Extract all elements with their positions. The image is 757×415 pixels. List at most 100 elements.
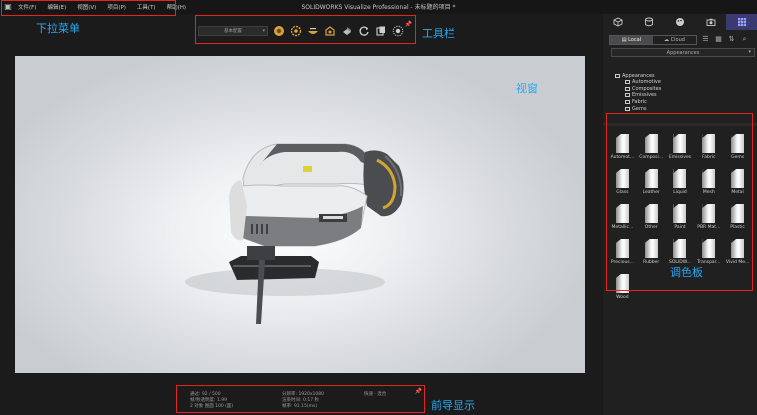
folder-swatch-icon [731, 204, 745, 223]
folder-icon [625, 86, 630, 91]
sort-icon[interactable]: ⇅ [727, 35, 736, 44]
jigsaw-model[interactable] [15, 56, 585, 373]
pin-icon[interactable]: 📌 [415, 388, 422, 395]
model-tab[interactable] [603, 14, 634, 30]
folder-swatch-icon [615, 134, 629, 153]
local-source-button[interactable]: ▤ Local [610, 35, 653, 44]
local-label: Local [628, 36, 642, 43]
tree-item-emissives[interactable]: Emissives [625, 92, 661, 99]
palette-item-label: Paint [674, 225, 686, 230]
folder-icon [625, 106, 630, 111]
folder-swatch-icon [731, 239, 745, 258]
database-icon [645, 17, 654, 27]
palette-item-gems[interactable]: Gems [723, 131, 752, 166]
stat-model: 2 对象 图面 100 (面) [190, 404, 234, 409]
palette-item-label: Emissives [668, 155, 692, 160]
palette-item-liquid[interactable]: Liquid [666, 166, 695, 201]
palette-item-leather[interactable]: Leather [637, 166, 666, 201]
folder-swatch-icon [615, 204, 629, 223]
palette-item-other[interactable]: Other [637, 201, 666, 236]
palette-item-label: Vivid Me... [725, 260, 750, 265]
camera-tab[interactable] [695, 14, 726, 30]
menu-bar: 文件(F) 编辑(E) 视图(V) 项目(P) 工具(T) 帮助(H) [18, 0, 197, 14]
folder-icon [615, 74, 620, 78]
palette-item-wood[interactable]: Wood [608, 271, 637, 306]
tree-item-fabric[interactable]: Fabric [625, 99, 661, 106]
tree-item-automotive[interactable]: Automotive [625, 79, 661, 86]
palette-item-precious[interactable]: Precious... [608, 236, 637, 271]
render-mode-icon[interactable] [324, 25, 336, 37]
folder-icon [625, 100, 630, 105]
palette-item-label: Mesh [702, 190, 715, 195]
stats-annotation: 前导显示 [431, 399, 475, 412]
viewport-annotation: 视窗 [516, 82, 538, 95]
configuration-select[interactable]: 基本配置 ▾ [198, 26, 268, 36]
toolbar-annotation: 工具栏 [422, 27, 455, 40]
menu-project[interactable]: 项目(P) [107, 3, 126, 11]
camera-copy-icon[interactable] [375, 25, 387, 37]
app-logo-icon[interactable]: ▣ [3, 2, 13, 12]
tree-item-gems[interactable]: Gems [625, 105, 661, 112]
grid-icon [737, 18, 746, 27]
sphere-icon[interactable] [341, 25, 353, 37]
cloud-source-button[interactable]: ☁ Cloud [653, 36, 696, 44]
source-segmented-control: ▤ Local ☁ Cloud [609, 34, 697, 45]
palette-item-emissives[interactable]: Emissives [666, 131, 695, 166]
tree-item-label: Fabric [632, 99, 647, 106]
appearance-tool-icon[interactable] [273, 25, 285, 37]
palette-item-label: PBR Mat... [697, 225, 721, 230]
menu-help[interactable]: 帮助(H) [167, 3, 186, 11]
palette-item-label: Liquid [673, 190, 687, 195]
palette-tab[interactable] [726, 14, 757, 30]
palette-item-pbr[interactable]: PBR Mat... [694, 201, 723, 236]
palette-item-glass[interactable]: Glass [608, 166, 637, 201]
refresh-icon[interactable] [358, 25, 370, 37]
right-panel: ▤ Local ☁ Cloud ☰ ▦ ⇅ ⌕ Appearances ▾ Ap… [603, 14, 757, 415]
palette-item-metal[interactable]: Metal [723, 166, 752, 201]
source-row: ▤ Local ☁ Cloud ☰ ▦ ⇅ ⌕ [609, 34, 751, 45]
palette-item-fabric[interactable]: Fabric [694, 131, 723, 166]
palette-item-composites[interactable]: Composi... [637, 131, 666, 166]
appearance-tab[interactable] [665, 14, 696, 30]
search-icon[interactable]: ⌕ [740, 35, 749, 44]
palette-item-label: Glass [616, 190, 629, 195]
menu-edit[interactable]: 编辑(E) [47, 3, 66, 11]
category-select[interactable]: Appearances ▾ [611, 48, 755, 57]
palette-item-metallic[interactable]: Metallic... [608, 201, 637, 236]
menu-view[interactable]: 视图(V) [77, 3, 96, 11]
palette-item-rubber[interactable]: Rubber [637, 236, 666, 271]
palette-item-mesh[interactable]: Mesh [694, 166, 723, 201]
palette-icon [675, 18, 684, 26]
palette-item-paint[interactable]: Paint [666, 201, 695, 236]
palette-item-automotive[interactable]: Automot... [608, 131, 637, 166]
palette-item-label: Automot... [610, 155, 635, 160]
chevron-down-icon: ▾ [748, 49, 751, 55]
tree-item-label: Emissives [632, 92, 657, 99]
library-tab[interactable] [634, 14, 665, 30]
palette-annotation: 调色板 [670, 266, 703, 279]
palette-item-label: Plastic [730, 225, 745, 230]
folder-swatch-icon [615, 169, 629, 188]
folder-swatch-icon [731, 169, 745, 188]
bowl-scene-icon[interactable] [307, 25, 319, 37]
tree-root-label: Appearances [622, 73, 655, 79]
3d-viewport[interactable] [15, 56, 585, 373]
folder-icon [625, 80, 630, 85]
gear-settings-icon[interactable] [290, 25, 302, 37]
menu-file[interactable]: 文件(F) [18, 3, 36, 11]
tree-item-composites[interactable]: Composites [625, 86, 661, 93]
palette-item-plastic[interactable]: Plastic [723, 201, 752, 236]
palette-item-vivid-metal[interactable]: Vivid Me... [723, 236, 752, 271]
palette-item-label: Metal [731, 190, 744, 195]
pin-icon[interactable]: 📌 [405, 21, 412, 28]
list-view-icon[interactable]: ☰ [701, 35, 710, 44]
folder-swatch-icon [702, 239, 716, 258]
grid-view-icon[interactable]: ▦ [714, 35, 723, 44]
folder-swatch-icon [673, 169, 687, 188]
sun-burst-icon[interactable] [392, 25, 404, 37]
palette-item-label: Leather [642, 190, 660, 195]
menu-tools[interactable]: 工具(T) [137, 3, 156, 11]
tree-root[interactable]: Appearances [615, 73, 661, 79]
stat-fps: 帧率: 91.15(ms) [282, 404, 318, 409]
panel-splitter[interactable] [603, 123, 757, 126]
